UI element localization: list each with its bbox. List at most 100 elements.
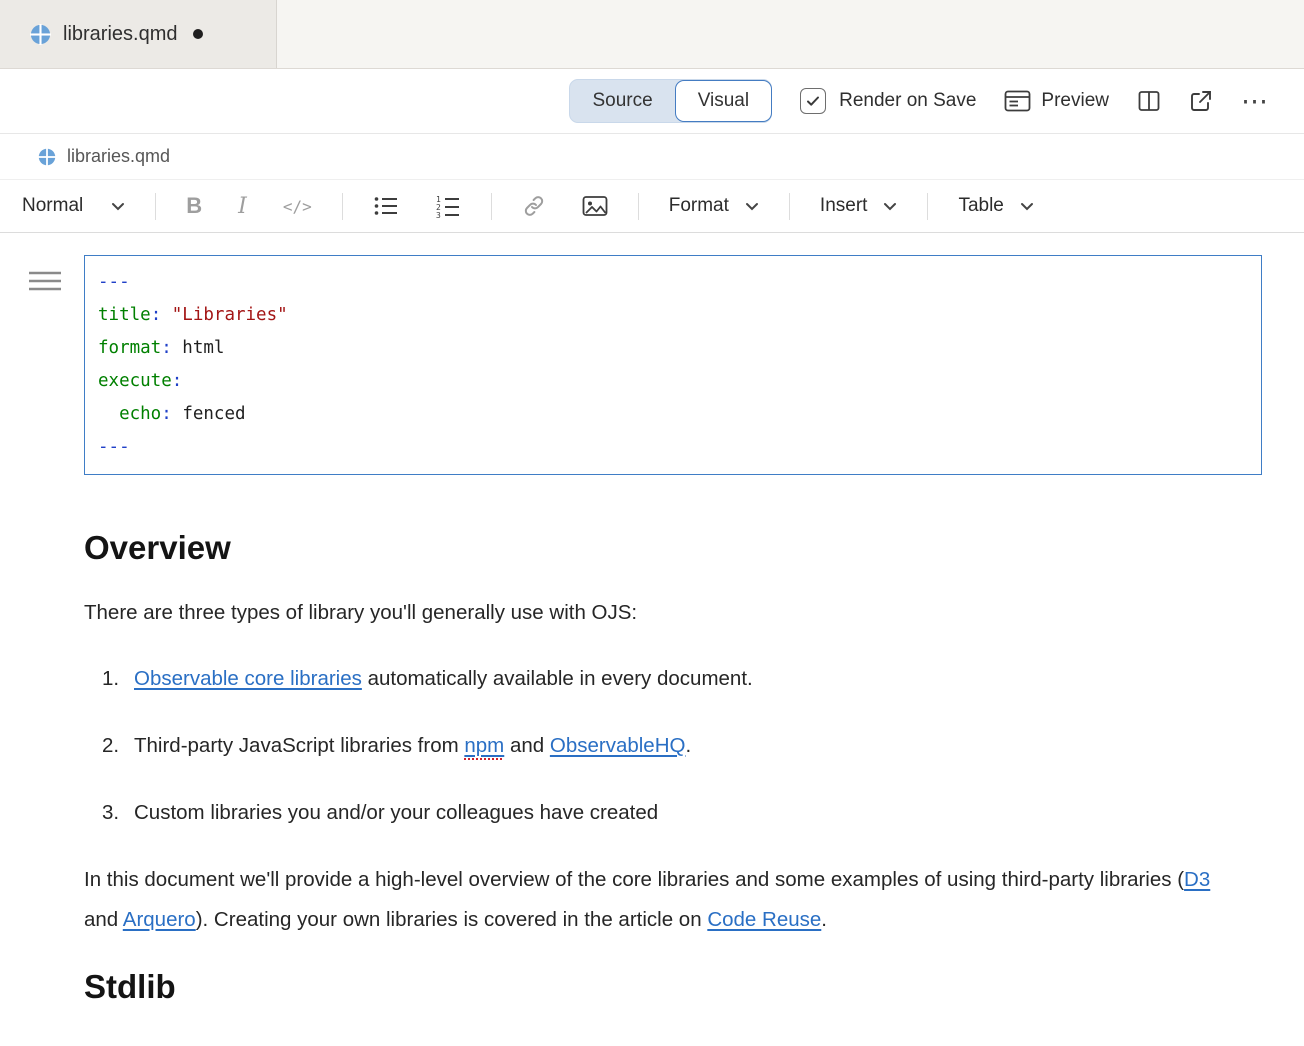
paragraph-text: ). Creating your own libraries is covere… xyxy=(196,908,708,931)
list-item-text: Custom libraries you and/or your colleag… xyxy=(134,801,658,824)
yaml-line: execute: xyxy=(98,365,1248,398)
list-item[interactable]: 2. Third-party JavaScript libraries from… xyxy=(84,726,1262,766)
render-on-save-label: Render on Save xyxy=(839,90,976,112)
code-icon: </> xyxy=(283,197,312,216)
insert-image-button[interactable] xyxy=(576,194,614,218)
paragraph-text: . xyxy=(821,908,827,931)
heading-overview[interactable]: Overview xyxy=(84,527,1262,569)
source-mode-button[interactable]: Source xyxy=(570,80,674,122)
link-observablehq[interactable]: ObservableHQ xyxy=(550,734,686,757)
paragraph-style-value: Normal xyxy=(22,195,83,217)
quarto-icon xyxy=(38,148,56,166)
check-icon xyxy=(805,93,821,109)
yaml-token: execute xyxy=(98,371,172,391)
toolbar-divider xyxy=(491,193,492,220)
yaml-token: "Libraries" xyxy=(172,305,288,325)
paragraph-text: In this document we'll provide a high-le… xyxy=(84,868,1184,891)
toolbar-divider xyxy=(638,193,639,220)
render-on-save-control[interactable]: Render on Save xyxy=(800,88,976,114)
yaml-line: --- xyxy=(98,431,1248,464)
numbered-list-button[interactable]: 1 2 3 xyxy=(429,194,467,218)
italic-button[interactable]: I xyxy=(232,194,253,219)
yaml-token: fenced xyxy=(182,404,245,424)
unsaved-indicator-dot xyxy=(193,29,203,39)
yaml-line: --- xyxy=(98,266,1248,299)
preview-label: Preview xyxy=(1041,90,1109,112)
split-editor-button[interactable] xyxy=(1137,89,1161,113)
bullet-list-icon xyxy=(373,194,399,218)
list-item[interactable]: 1. Observable core libraries automatical… xyxy=(84,659,1262,699)
toolbar-divider xyxy=(342,193,343,220)
quarto-icon xyxy=(30,24,51,45)
table-menu-label: Table xyxy=(958,195,1003,217)
yaml-token: title xyxy=(98,305,151,325)
yaml-token: format xyxy=(98,338,161,358)
link-d3[interactable]: D3 xyxy=(1184,868,1210,891)
preview-pane-icon xyxy=(1004,89,1031,113)
tab-bar: libraries.qmd xyxy=(0,0,1304,69)
yaml-token: html xyxy=(182,338,224,358)
bullet-list-button[interactable] xyxy=(367,194,405,218)
paragraph-style-dropdown[interactable]: Normal xyxy=(22,195,131,217)
preview-button[interactable]: Preview xyxy=(1004,89,1109,113)
link-npm[interactable]: npm xyxy=(464,734,504,757)
link-arquero[interactable]: Arquero xyxy=(123,908,196,931)
link-icon xyxy=(522,194,546,218)
render-on-save-checkbox[interactable] xyxy=(800,88,826,114)
link-code-reuse[interactable]: Code Reuse xyxy=(707,908,821,931)
format-menu[interactable]: Format xyxy=(663,195,765,217)
yaml-token: : xyxy=(161,338,182,358)
yaml-token: --- xyxy=(98,437,130,457)
list-number: 3. xyxy=(102,793,119,833)
yaml-token: echo xyxy=(119,404,161,424)
svg-text:3: 3 xyxy=(436,211,441,218)
bold-icon: B xyxy=(186,193,202,219)
inline-code-button[interactable]: </> xyxy=(277,197,318,216)
list-number: 1. xyxy=(102,659,119,699)
list-item-text: Third-party JavaScript libraries from xyxy=(134,734,464,757)
bold-button[interactable]: B xyxy=(180,193,208,219)
chevron-down-icon xyxy=(111,202,125,211)
format-toolbar: Normal B I </> 1 2 xyxy=(0,180,1304,233)
yaml-front-matter-row: --- title: "Libraries" format: html exec… xyxy=(84,255,1262,475)
yaml-token: --- xyxy=(98,272,130,292)
breadcrumb-filename: libraries.qmd xyxy=(67,146,170,167)
yaml-metadata-block[interactable]: --- title: "Libraries" format: html exec… xyxy=(84,255,1262,475)
table-menu[interactable]: Table xyxy=(952,195,1039,217)
italic-icon: I xyxy=(238,194,247,219)
insert-menu-label: Insert xyxy=(820,195,868,217)
open-in-new-window-button[interactable] xyxy=(1189,89,1213,113)
format-menu-label: Format xyxy=(669,195,729,217)
tab-libraries-qmd[interactable]: libraries.qmd xyxy=(0,0,277,68)
ellipsis-icon: ⋯ xyxy=(1241,88,1270,115)
insert-menu[interactable]: Insert xyxy=(814,195,904,217)
insert-link-button[interactable] xyxy=(516,194,552,218)
intro-paragraph[interactable]: There are three types of library you'll … xyxy=(84,593,1234,633)
toolbar-divider xyxy=(927,193,928,220)
toolbar-divider xyxy=(789,193,790,220)
visual-editor-canvas[interactable]: --- title: "Libraries" format: html exec… xyxy=(0,233,1304,1008)
visual-mode-button[interactable]: Visual xyxy=(675,80,772,122)
yaml-line: format: html xyxy=(98,332,1248,365)
more-options-button[interactable]: ⋯ xyxy=(1241,88,1270,115)
chevron-down-icon xyxy=(883,202,897,211)
misspelled-word: npm xyxy=(464,734,504,757)
toolbar-divider xyxy=(155,193,156,220)
list-item[interactable]: 3. Custom libraries you and/or your coll… xyxy=(84,793,1262,833)
outro-paragraph[interactable]: In this document we'll provide a high-le… xyxy=(84,860,1234,940)
link-observable-core-libraries[interactable]: Observable core libraries xyxy=(134,667,362,690)
yaml-token xyxy=(98,404,119,424)
image-icon xyxy=(582,194,608,218)
heading-stdlib[interactable]: Stdlib xyxy=(84,966,1262,1008)
yaml-token: : xyxy=(172,371,183,391)
chevron-down-icon xyxy=(1020,202,1034,211)
list-number: 2. xyxy=(102,726,119,766)
library-types-list: 1. Observable core libraries automatical… xyxy=(84,659,1262,833)
drag-handle-icon[interactable] xyxy=(28,269,62,293)
list-item-text: automatically available in every documen… xyxy=(362,667,753,690)
yaml-line: title: "Libraries" xyxy=(98,299,1248,332)
toolbar-right-group: Source Visual Render on Save xyxy=(569,79,1270,123)
split-editor-icon xyxy=(1137,89,1161,113)
tab-title: libraries.qmd xyxy=(63,23,177,46)
chevron-down-icon xyxy=(745,202,759,211)
